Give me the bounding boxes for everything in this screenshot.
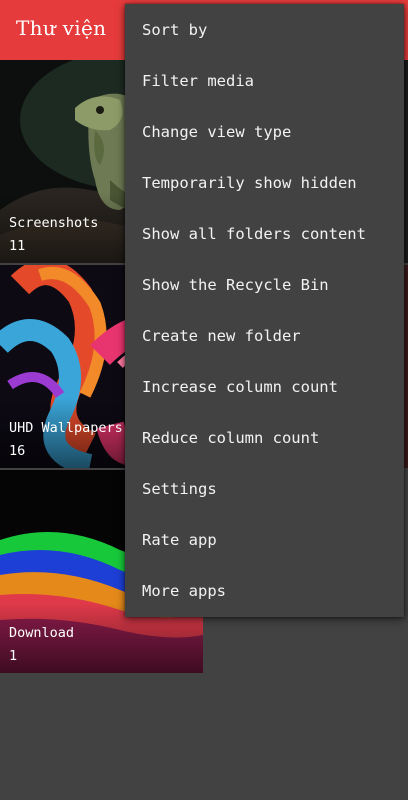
overflow-menu: Sort by Filter media Change view type Te… bbox=[125, 4, 404, 617]
menu-item-show-recycle-bin[interactable]: Show the Recycle Bin bbox=[125, 260, 404, 311]
folder-name: Screenshots bbox=[9, 215, 99, 231]
app-title: Thư viện bbox=[16, 16, 107, 40]
menu-item-settings[interactable]: Settings bbox=[125, 464, 404, 515]
folder-count: 11 bbox=[9, 238, 26, 254]
folder-name: Download bbox=[9, 625, 75, 641]
menu-item-change-view-type[interactable]: Change view type bbox=[125, 107, 404, 158]
menu-item-create-new-folder[interactable]: Create new folder bbox=[125, 311, 404, 362]
menu-item-rate-app[interactable]: Rate app bbox=[125, 515, 404, 566]
folder-count: 16 bbox=[9, 443, 26, 459]
menu-item-sort-by[interactable]: Sort by bbox=[125, 5, 404, 56]
menu-item-more-apps[interactable]: More apps bbox=[125, 566, 404, 617]
folder-name: UHD Wallpapers bbox=[9, 420, 123, 436]
folder-count: 1 bbox=[9, 648, 18, 664]
menu-item-reduce-column-count[interactable]: Reduce column count bbox=[125, 413, 404, 464]
menu-item-show-all-folders-content[interactable]: Show all folders content bbox=[125, 209, 404, 260]
menu-item-increase-column-count[interactable]: Increase column count bbox=[125, 362, 404, 413]
menu-item-temporarily-show-hidden[interactable]: Temporarily show hidden bbox=[125, 158, 404, 209]
menu-item-filter-media[interactable]: Filter media bbox=[125, 56, 404, 107]
